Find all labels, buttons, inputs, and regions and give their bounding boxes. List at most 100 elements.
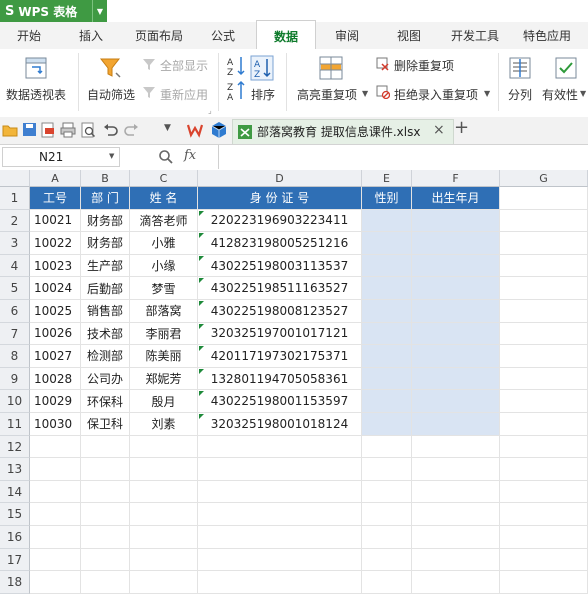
chevron-down-icon[interactable]: ▼ <box>109 152 114 160</box>
reapply-button[interactable]: 重新应用 <box>160 86 208 103</box>
birth-month-cell[interactable] <box>412 300 500 323</box>
column-header-c[interactable]: C <box>130 170 198 187</box>
autofilter-button[interactable]: 自动筛选 <box>87 86 135 103</box>
employee-id-cell[interactable]: 10022 <box>30 232 81 255</box>
chevron-down-icon[interactable]: ▼ <box>484 89 490 98</box>
open-folder-icon[interactable] <box>2 123 18 137</box>
name-cell[interactable]: 小缘 <box>130 254 198 278</box>
column-header-b[interactable]: B <box>81 170 130 187</box>
chevron-down-icon[interactable]: ▼ <box>580 89 586 98</box>
gender-cell[interactable] <box>362 413 412 436</box>
row-header[interactable]: 11 <box>0 413 30 436</box>
birth-month-cell[interactable] <box>412 413 500 436</box>
row-header[interactable]: 17 <box>0 548 30 572</box>
birth-month-cell[interactable] <box>412 232 500 255</box>
text-to-columns-icon[interactable] <box>508 56 532 80</box>
print-icon[interactable] <box>60 122 76 138</box>
birth-month-cell[interactable] <box>412 322 500 346</box>
column-header-f[interactable]: F <box>412 170 500 187</box>
employee-id-cell[interactable]: 10023 <box>30 254 81 278</box>
customize-toolbar-icon[interactable]: ▼ <box>164 123 171 133</box>
id-number-cell[interactable]: 430225198008123527 <box>198 300 362 323</box>
row-header[interactable]: 4 <box>0 254 30 278</box>
row-header[interactable]: 18 <box>0 571 30 594</box>
split-button[interactable]: 分列 <box>508 86 532 103</box>
birth-month-cell[interactable] <box>412 277 500 300</box>
tab-developer[interactable]: 开发工具 <box>446 22 504 49</box>
name-cell[interactable]: 郑妮芳 <box>130 367 198 391</box>
row-header[interactable]: 3 <box>0 232 30 255</box>
id-number-cell[interactable]: 430225198511163527 <box>198 277 362 300</box>
highlight-duplicates-button[interactable]: 高亮重复项 <box>297 86 357 103</box>
save-icon[interactable] <box>22 122 37 137</box>
funnel-icon[interactable] <box>98 55 124 81</box>
row-header[interactable]: 15 <box>0 503 30 526</box>
close-tab-icon[interactable]: × <box>433 122 445 138</box>
sort-button[interactable]: 排序 <box>251 86 275 103</box>
name-cell[interactable]: 刘素 <box>130 413 198 436</box>
sort-ascending-icon[interactable]: A Z <box>226 55 246 77</box>
birth-month-cell[interactable] <box>412 209 500 233</box>
pivot-table-button[interactable]: 数据透视表 <box>6 86 66 103</box>
select-all-corner[interactable] <box>0 170 30 187</box>
row-header[interactable]: 2 <box>0 209 30 233</box>
name-cell[interactable]: 陈美丽 <box>130 345 198 368</box>
formula-input[interactable] <box>218 145 588 169</box>
id-number-cell[interactable]: 430225198003113537 <box>198 254 362 278</box>
table-header-cell[interactable]: 性别 <box>362 187 412 210</box>
department-cell[interactable]: 后勤部 <box>81 277 130 300</box>
dialog-launcher-icon[interactable]: ⌟ <box>208 106 212 115</box>
undo-icon[interactable] <box>102 122 118 138</box>
tab-page-layout[interactable]: 页面布局 <box>126 22 192 49</box>
gender-cell[interactable] <box>362 232 412 255</box>
sort-descending-icon[interactable]: Z A <box>226 80 246 102</box>
table-header-cell[interactable]: 工号 <box>30 187 81 210</box>
name-cell[interactable]: 殷月 <box>130 390 198 413</box>
show-all-button[interactable]: 全部显示 <box>160 57 208 74</box>
validity-button[interactable]: 有效性 <box>542 86 578 103</box>
id-number-cell[interactable]: 132801194705058361 <box>198 367 362 391</box>
row-header[interactable]: 16 <box>0 526 30 549</box>
gender-cell[interactable] <box>362 300 412 323</box>
department-cell[interactable]: 财务部 <box>81 209 130 233</box>
department-cell[interactable]: 生产部 <box>81 254 130 278</box>
chevron-down-icon[interactable]: ▼ <box>92 0 107 22</box>
id-number-cell[interactable]: 320325197001017121 <box>198 322 362 346</box>
sort-icon[interactable]: A Z <box>250 55 274 81</box>
employee-id-cell[interactable]: 10026 <box>30 322 81 346</box>
birth-month-cell[interactable] <box>412 367 500 391</box>
print-preview-icon[interactable] <box>80 122 96 138</box>
gender-cell[interactable] <box>362 345 412 368</box>
name-cell[interactable]: 滴答老师 <box>130 209 198 233</box>
tab-home[interactable]: 开始 <box>4 22 54 49</box>
row-header[interactable]: 1 <box>0 187 30 210</box>
pivot-table-icon[interactable] <box>24 56 48 80</box>
table-header-cell[interactable]: 出生年月 <box>412 187 500 210</box>
spreadsheet-grid[interactable]: ABCDEFG 1 2 3 4 5 6 7 8 9 10 11 12 13 14 15 16 17 18 工号部 … <box>0 170 588 594</box>
tab-features[interactable]: 特色应用 <box>516 22 578 49</box>
chevron-down-icon[interactable]: ▼ <box>362 89 368 98</box>
birth-month-cell[interactable] <box>412 254 500 278</box>
column-header-e[interactable]: E <box>362 170 412 187</box>
row-header[interactable]: 9 <box>0 367 30 391</box>
table-header-cell[interactable]: 姓 名 <box>130 187 198 210</box>
insert-function-icon[interactable]: fx <box>184 148 196 163</box>
id-number-cell[interactable]: 220223196903223411 <box>198 209 362 233</box>
name-cell[interactable]: 梦雪 <box>130 277 198 300</box>
department-cell[interactable]: 公司办 <box>81 367 130 391</box>
gender-cell[interactable] <box>362 367 412 391</box>
gender-cell[interactable] <box>362 254 412 278</box>
employee-id-cell[interactable]: 10021 <box>30 209 81 233</box>
employee-id-cell[interactable]: 10027 <box>30 345 81 368</box>
row-header[interactable]: 7 <box>0 322 30 346</box>
row-header[interactable]: 10 <box>0 390 30 413</box>
employee-id-cell[interactable]: 10029 <box>30 390 81 413</box>
name-cell[interactable]: 部落窝 <box>130 300 198 323</box>
birth-month-cell[interactable] <box>412 345 500 368</box>
id-number-cell[interactable]: 430225198001153597 <box>198 390 362 413</box>
magnifier-icon[interactable] <box>158 149 174 165</box>
department-cell[interactable]: 检测部 <box>81 345 130 368</box>
row-header[interactable]: 8 <box>0 345 30 368</box>
gender-cell[interactable] <box>362 209 412 233</box>
table-header-cell[interactable]: 部 门 <box>81 187 130 210</box>
